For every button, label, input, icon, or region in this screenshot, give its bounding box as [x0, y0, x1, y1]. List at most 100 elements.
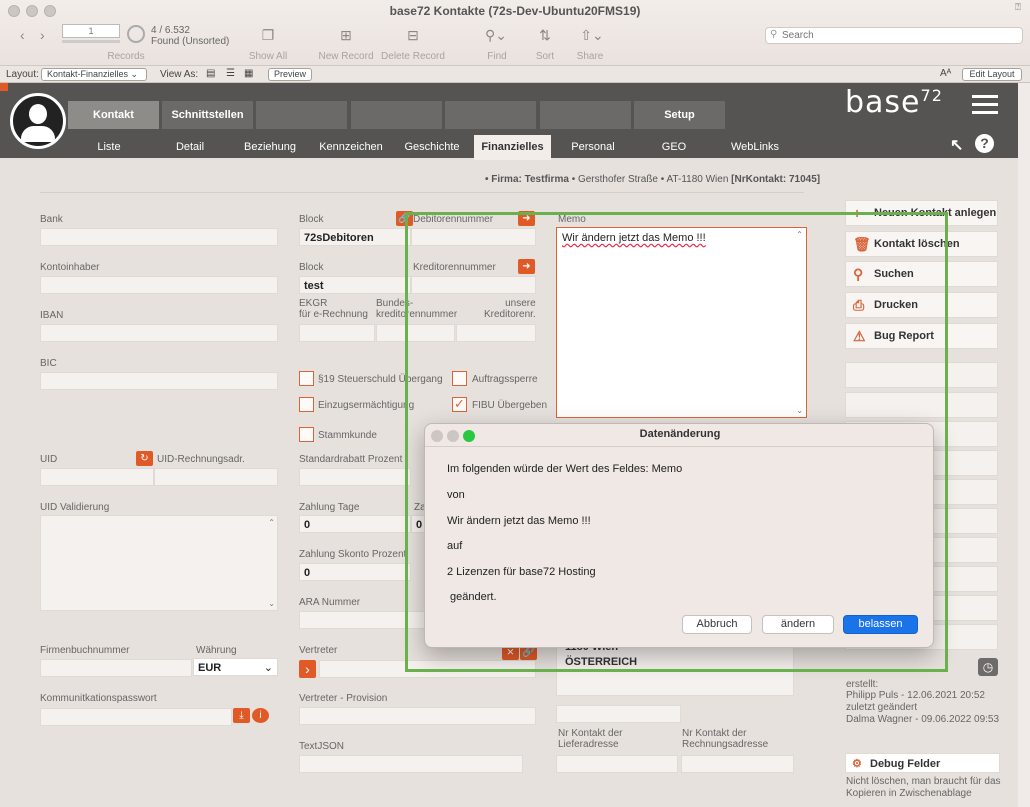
firm-nr: [NrKontakt: 71045]: [731, 174, 821, 185]
ara-field[interactable]: [299, 611, 425, 629]
memo-value: Wir ändern jetzt das Memo !!!: [562, 232, 706, 244]
firmenbuch-field[interactable]: [40, 659, 192, 677]
block2-field[interactable]: test: [299, 276, 411, 294]
aendern-button[interactable]: ändern: [762, 615, 834, 634]
scroll-up-icon[interactable]: ⌃: [268, 518, 275, 527]
chk-stammkunde[interactable]: [299, 427, 314, 442]
delete-contact-button[interactable]: 🗑 Kontakt löschen: [845, 231, 998, 257]
share-button[interactable]: Share: [574, 51, 606, 62]
right-blank-2[interactable]: [845, 392, 998, 418]
bic-field[interactable]: [40, 372, 278, 390]
list-view-icon[interactable]: ☰: [226, 68, 235, 79]
kreditor-field[interactable]: [411, 276, 536, 294]
download-icon[interactable]: ⤓: [233, 708, 250, 723]
goto-kreditor-icon[interactable]: ➜: [518, 259, 535, 274]
rechnung-field[interactable]: [681, 755, 794, 773]
record-slider[interactable]: [62, 40, 120, 43]
chk-einzug[interactable]: [299, 397, 314, 412]
ekgr-field[interactable]: [299, 324, 375, 342]
search-button[interactable]: ⚲ Suchen: [845, 261, 998, 287]
search-box[interactable]: ⚲: [765, 27, 1023, 44]
uid-field[interactable]: [40, 468, 154, 486]
unsere-field[interactable]: [456, 324, 536, 342]
new-record-button[interactable]: New Record: [316, 51, 376, 62]
show-all-button[interactable]: Show All: [240, 51, 296, 62]
preview-button[interactable]: Preview: [268, 68, 312, 81]
memo-field[interactable]: Wir ändern jetzt das Memo !!! ⌃ ⌄: [556, 227, 807, 418]
kommpass-field[interactable]: [40, 708, 232, 726]
refresh-icon[interactable]: ↻: [136, 451, 153, 466]
tab-kennzeichen[interactable]: Kennzeichen: [318, 135, 384, 160]
form-view-icon[interactable]: ▤: [206, 68, 215, 79]
tab-empty-3[interactable]: [445, 101, 536, 129]
record-number-input[interactable]: 1: [62, 24, 120, 38]
tab-empty-1[interactable]: [256, 101, 347, 129]
memo-scroll-down-icon[interactable]: ⌄: [796, 406, 803, 415]
liefer-field[interactable]: [556, 755, 678, 773]
tab-geo[interactable]: GEO: [645, 135, 703, 160]
table-view-icon[interactable]: ▦: [244, 68, 253, 79]
scroll-down-icon[interactable]: ⌄: [268, 599, 275, 608]
tab-detail[interactable]: Detail: [163, 135, 217, 160]
edit-layout-button[interactable]: Edit Layout: [962, 68, 1022, 81]
right-blank-1[interactable]: [845, 362, 998, 388]
kontoinhaber-field[interactable]: [40, 276, 278, 294]
block1-field[interactable]: 72sDebitoren: [299, 228, 411, 246]
bundes-field[interactable]: [376, 324, 455, 342]
hamburger-menu-icon[interactable]: [972, 95, 998, 115]
back-arrow-icon[interactable]: ↖: [950, 135, 963, 155]
debug-button[interactable]: ⚙ Debug Felder: [845, 753, 1000, 773]
address-extra-field[interactable]: [556, 705, 681, 723]
iban-field[interactable]: [40, 324, 278, 342]
tab-finanzielles[interactable]: Finanzielles: [474, 135, 551, 160]
tab-liste[interactable]: Liste: [82, 135, 136, 160]
delete-record-button[interactable]: Delete Record: [380, 51, 446, 62]
bug-report-button[interactable]: ⚠ Bug Report: [845, 323, 998, 349]
info-icon[interactable]: i: [252, 708, 269, 723]
uid-rechnung-field[interactable]: [154, 468, 278, 486]
search-input[interactable]: [782, 29, 1012, 42]
clock-icon[interactable]: ◷: [978, 658, 998, 676]
chk-steuerschuld[interactable]: [299, 371, 314, 386]
find-button[interactable]: Find: [482, 51, 512, 62]
print-button[interactable]: ⎙ Drucken: [845, 292, 998, 318]
goto-debitor-icon[interactable]: ➜: [518, 211, 535, 226]
tab-personal[interactable]: Personal: [562, 135, 624, 160]
vertreter-field[interactable]: [319, 660, 536, 678]
memo-scroll-up-icon[interactable]: ⌃: [796, 230, 803, 239]
tab-kontakt[interactable]: Kontakt: [68, 101, 159, 129]
prev-record-icon[interactable]: ‹: [20, 27, 25, 43]
skonto-field[interactable]: 0: [299, 563, 411, 581]
vertreter-arrow-icon[interactable]: ›: [299, 660, 316, 678]
uid-validierung-field[interactable]: ⌃ ⌄: [40, 515, 278, 611]
link-icon[interactable]: 🔗: [396, 211, 413, 226]
window-scrollbar[interactable]: [1018, 83, 1030, 807]
debitor-field[interactable]: [411, 228, 536, 246]
tab-geschichte[interactable]: Geschichte: [400, 135, 464, 160]
textjson-field[interactable]: [299, 755, 523, 773]
layout-select[interactable]: Kontakt-Finanzielles ⌄: [41, 68, 147, 81]
belassen-button[interactable]: belassen: [843, 615, 918, 634]
tab-setup[interactable]: Setup: [634, 101, 725, 129]
help-icon[interactable]: ?: [975, 134, 994, 153]
tab-empty-4[interactable]: [540, 101, 631, 129]
za-field[interactable]: 0: [411, 515, 425, 533]
tab-schnittstellen[interactable]: Schnittstellen: [162, 101, 253, 129]
waehrung-select[interactable]: EUR ⌄: [193, 658, 278, 676]
new-contact-button[interactable]: + Neuen Kontakt anlegen: [845, 200, 998, 226]
chk-auftragssperre[interactable]: [452, 371, 467, 386]
chk-fibu[interactable]: ✓: [452, 397, 467, 412]
tab-beziehung[interactable]: Beziehung: [240, 135, 300, 160]
tab-weblinks[interactable]: WebLinks: [722, 135, 788, 160]
bank-field[interactable]: [40, 228, 278, 246]
rechnung-label: Nr Kontakt der Rechnungsadresse: [682, 728, 769, 750]
sort-button[interactable]: Sort: [530, 51, 560, 62]
vertreter-prov-field[interactable]: [299, 707, 536, 725]
zahlung-tage-field[interactable]: 0: [299, 515, 411, 533]
abbruch-button[interactable]: Abbruch: [682, 615, 752, 634]
avatar[interactable]: [10, 93, 66, 149]
next-record-icon[interactable]: ›: [40, 27, 45, 43]
font-size-icon[interactable]: Aᴬ: [940, 68, 951, 79]
standardrabatt-field[interactable]: [299, 468, 411, 486]
tab-empty-2[interactable]: [351, 101, 442, 129]
